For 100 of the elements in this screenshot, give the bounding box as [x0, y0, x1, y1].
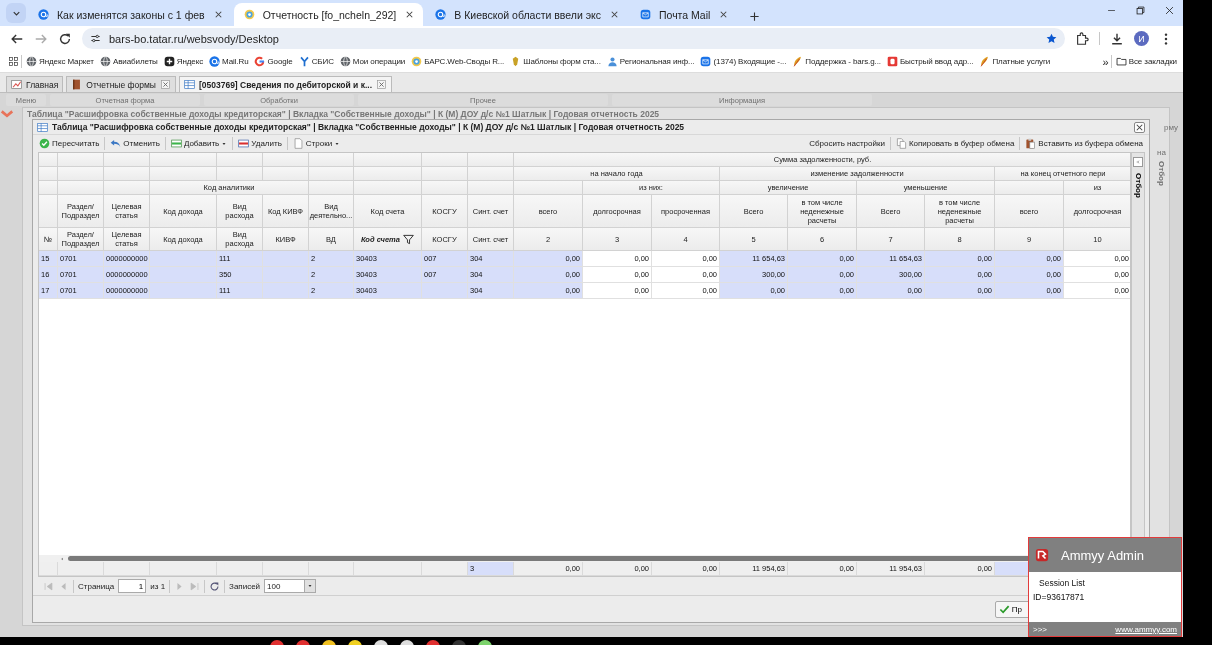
header-cell	[468, 153, 514, 167]
collapse-button[interactable]	[1133, 157, 1143, 167]
folder-icon	[1115, 56, 1127, 67]
close-icon[interactable]	[159, 79, 171, 90]
site-settings-icon[interactable]	[90, 33, 101, 44]
bookmark-link[interactable]: Яндекс Маркет	[24, 54, 96, 69]
header-cell	[150, 153, 217, 167]
app-tab[interactable]: Отчетные формы	[66, 76, 176, 92]
bookmark-link[interactable]: Mail.Ru	[207, 54, 251, 69]
page-label: Страница	[78, 581, 115, 591]
bookmark-link[interactable]: Мои операции	[337, 54, 408, 69]
feather-icon	[979, 56, 991, 67]
toolbar-button[interactable]: Сбросить настройки	[807, 139, 887, 148]
app-tab[interactable]: Главная	[6, 76, 64, 92]
browser-tab[interactable]: Почта Mail	[630, 3, 738, 26]
new-tab-icon[interactable]	[749, 11, 761, 22]
ring-icon	[254, 56, 266, 67]
filter-tab[interactable]: Отбор	[1133, 173, 1143, 198]
close-icon[interactable]	[376, 79, 388, 90]
header-cell	[995, 181, 1064, 195]
website-link[interactable]: www.ammyy.com	[1115, 624, 1177, 634]
header-cell	[39, 153, 58, 167]
session-id: ID=93617871	[1033, 592, 1086, 602]
toolbar-button[interactable]: Копировать в буфер обмена	[893, 138, 1017, 149]
records-label: Записей	[229, 581, 261, 591]
bookmark-link[interactable]: Поддержка - bars.g...	[790, 54, 883, 69]
filter-icon	[402, 233, 414, 245]
bookmark-link[interactable]: СБИС	[296, 54, 336, 69]
bookmark-link[interactable]: Платные услуги	[977, 54, 1053, 69]
more-bookmarks-button[interactable]: »	[1102, 55, 1109, 68]
toolbar-button[interactable]: Вставить из буфера обмена	[1023, 138, 1145, 149]
header-cell	[422, 167, 468, 181]
reload-icon[interactable]	[58, 31, 72, 46]
restore-icon[interactable]	[1135, 4, 1146, 16]
header-cell	[422, 153, 468, 167]
header-cell	[104, 153, 150, 167]
window-title: Таблица "Расшифровка собственные доходы кредиторская" | Вкладка "Собственные доходы" | К (М) ДОУ д/с №1 Шатлык | Годовая отчетность 2025	[52, 122, 685, 132]
header-cell	[468, 167, 514, 181]
browser-tab[interactable]: Как изменятся законы с 1 фев	[28, 3, 232, 26]
header-cell	[263, 167, 309, 181]
toolbar-button[interactable]: Пересчитать	[37, 138, 102, 149]
profile-avatar[interactable]: И	[1134, 31, 1149, 46]
header-cell	[58, 153, 104, 167]
bookmark-link[interactable]: Быстрый ввод адр...	[884, 54, 976, 69]
header-cell	[150, 167, 217, 181]
window-title: Таблица "Расшифровка собственные доходы кредиторская" | Вкладка "Собственные доходы" | К (М) ДОУ д/с №1 Шатлык | Годовая отчетность 2025	[26, 108, 661, 120]
check-icon	[39, 138, 50, 149]
header-cell	[354, 153, 422, 167]
puzzle-icon[interactable]	[1075, 31, 1089, 46]
header-cell	[104, 167, 150, 181]
toolbar-button[interactable]: Удалить	[236, 138, 284, 149]
popup-title: Ammyy Admin	[1061, 547, 1145, 563]
header-cell	[58, 167, 104, 181]
logo-icon	[1035, 548, 1049, 562]
rounded-square-icon	[163, 56, 175, 67]
toolbar-button[interactable]: Строки	[290, 138, 343, 149]
refresh-icon[interactable]	[209, 580, 221, 592]
header-cell	[354, 181, 422, 195]
more-button[interactable]: >>>	[1033, 624, 1047, 634]
header-cell	[309, 167, 354, 181]
records-select[interactable]: 100	[264, 579, 317, 593]
app-tab[interactable]: [0503769] Сведения по дебиторской и к...	[178, 76, 393, 92]
page-field[interactable]: 1	[118, 579, 147, 593]
bookmark-link[interactable]: Региональная инф...	[604, 54, 697, 69]
copy-icon	[895, 138, 907, 149]
header-cell	[58, 181, 104, 195]
bookmark-link[interactable]: БАРС.Web-Своды R...	[409, 54, 507, 69]
bookmark-link[interactable]: Яндекс	[161, 54, 206, 69]
delete-row-icon	[238, 138, 250, 149]
close-button[interactable]	[1134, 121, 1145, 133]
bookmark-link[interactable]: Авиабилеты	[97, 54, 160, 69]
bookmark-folder[interactable]: Все закладки	[1113, 54, 1179, 69]
toolbar-button[interactable]: Отменить	[108, 138, 162, 149]
toolbar-button[interactable]: Добавить	[168, 138, 230, 149]
feather-icon	[792, 56, 804, 67]
apps-icon[interactable]	[8, 56, 19, 67]
bookmark-link[interactable]: Google	[252, 54, 295, 69]
bookmark-link[interactable]: (1374) Входящие -...	[698, 54, 789, 69]
globe-icon	[339, 56, 351, 67]
header-cell	[104, 181, 150, 195]
swirl-icon	[243, 9, 255, 20]
at-sign-icon	[209, 56, 221, 67]
undo-arrow-icon	[110, 138, 122, 149]
bookmark-link[interactable]: Шаблоны форм ста...	[508, 54, 603, 69]
session-list-link[interactable]: Session List	[1033, 578, 1177, 588]
address-bar[interactable]: bars-bo.tatar.ru/websvody/Desktop	[82, 28, 1065, 49]
browser-tab[interactable]: В Киевской области ввели экс	[425, 3, 628, 26]
check-icon	[998, 603, 1010, 615]
page-count: из 1	[150, 581, 166, 591]
star-icon[interactable]	[1046, 33, 1057, 44]
close-icon[interactable]	[609, 9, 620, 20]
envelope-icon	[640, 9, 651, 20]
tab-search-button[interactable]	[6, 3, 26, 23]
filter-tab[interactable]: Отбор	[1157, 161, 1166, 186]
envelope-icon	[700, 56, 712, 67]
header-cell	[39, 181, 58, 195]
download-icon[interactable]	[1110, 31, 1124, 46]
close-icon[interactable]	[1164, 4, 1175, 16]
browser-tab[interactable]: Отчетность [fo_ncheln_292]	[233, 3, 424, 26]
person-icon	[606, 56, 618, 67]
